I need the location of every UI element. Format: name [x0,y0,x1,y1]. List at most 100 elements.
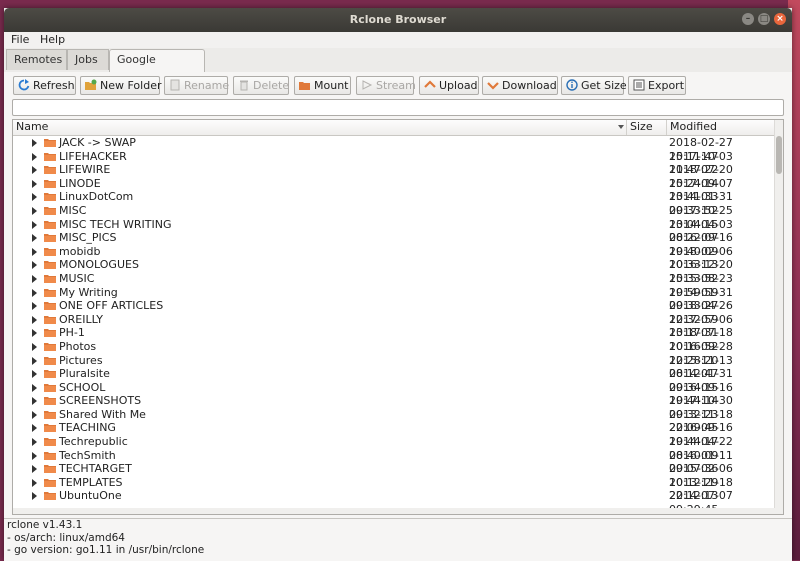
rclone-browser-window: Rclone Browser – □ × File Help Remotes J… [4,8,792,561]
expand-arrow-icon[interactable] [32,329,37,338]
tab-remotes[interactable]: Remotes [6,49,67,70]
expand-arrow-icon[interactable] [32,234,37,243]
close-window-icon[interactable]: × [774,13,786,25]
column-size[interactable]: Size [627,120,667,135]
stream-button[interactable]: Stream [356,76,416,95]
upload-button[interactable]: Upload [419,76,479,95]
rename-button[interactable]: Rename [164,76,229,95]
expand-arrow-icon[interactable] [32,288,37,297]
expand-arrow-icon[interactable] [32,465,37,474]
column-name[interactable]: Name [13,120,627,135]
expand-arrow-icon[interactable] [32,166,37,175]
horizontal-scrollbar[interactable] [13,508,775,514]
expand-arrow-icon[interactable] [32,193,37,202]
file-row[interactable]: TechSmith 2016-01-11 09:07:36 [13,448,775,475]
file-row[interactable]: Techrepublic 2014-04-22 08:40:09 [13,435,775,462]
file-row[interactable]: TEACHING 2016-09-16 19:44:17 [13,421,775,448]
menu-help[interactable]: Help [40,33,65,46]
file-row[interactable]: LIFEWIRE 2018-07-20 15:24:14 [13,163,775,190]
maximize-icon[interactable]: □ [758,13,770,25]
file-row[interactable]: UbuntuOne2014-07-07 09:29:45 [13,489,775,514]
expand-arrow-icon[interactable] [32,220,37,229]
folder-icon [44,193,56,202]
file-row[interactable]: TECHTARGET 2015-02-06 10:12:29 [13,462,775,489]
column-modified[interactable]: Modified [667,120,775,135]
file-row[interactable]: Pluralsite 2014-01-31 09:34:15 [13,367,775,394]
minimize-icon[interactable]: – [742,13,754,25]
mount-button[interactable]: Mount [294,76,351,95]
expand-arrow-icon[interactable] [32,438,37,447]
file-row[interactable]: TEMPLATES 2013-11-18 22:12:13 [13,475,775,502]
export-button[interactable]: Export [628,76,686,95]
expand-arrow-icon[interactable] [32,274,37,283]
title-bar[interactable]: Rclone Browser – □ × [4,8,792,32]
file-row[interactable]: LIFEHACKER 2017-10-03 11:47:22 [13,150,775,176]
expand-arrow-icon[interactable] [32,424,37,433]
file-row[interactable]: Shared With Me 2013-11-18 22:09:45 [13,408,775,434]
file-name: My Writing [59,285,118,299]
path-input[interactable] [12,99,784,116]
refresh-label: Refresh [33,79,75,92]
file-row[interactable]: ONE OFF ARTICLES 2018-04-26 12:32:59 [13,299,775,326]
file-row[interactable]: PH-1 2018-07-18 10:16:52 [13,326,775,353]
folder-icon [44,261,56,270]
expand-arrow-icon[interactable] [32,247,37,256]
file-row[interactable]: Photos 2016-09-28 12:28:20 [13,339,775,367]
expand-arrow-icon[interactable] [32,410,37,419]
file-row[interactable]: JACK -> SWAP 2018-02-27 15:11:47 [13,136,775,163]
file-row[interactable]: MISC_PICS 2016-09-16 19:40:09 [13,231,775,258]
file-name: TECHTARGET [59,462,132,476]
file-name: TEMPLATES [59,475,123,489]
tab-bar: Remotes Jobs Google Drive✖ [4,48,792,87]
download-icon [487,82,499,90]
file-row[interactable]: MUSIC 2015-08-23 19:59:59 [13,272,775,299]
file-name: Photos [59,339,97,353]
expand-arrow-icon[interactable] [32,139,37,147]
expand-arrow-icon[interactable] [32,206,37,215]
column-name-label: Name [16,120,49,133]
get-size-label: Get Size [581,79,627,92]
file-row[interactable]: SCREENSHOTS 2017-10-30 09:32:23 [13,394,775,421]
tab-jobs[interactable]: Jobs [67,49,109,70]
refresh-icon [18,79,30,91]
expand-arrow-icon[interactable] [32,492,37,501]
file-row[interactable]: MISC 2017-10-25 13:04:15 [13,203,775,231]
vertical-scrollbar-thumb[interactable] [776,136,782,174]
expand-arrow-icon[interactable] [32,261,37,270]
file-name: TechSmith [59,448,116,462]
expand-arrow-icon[interactable] [32,397,37,406]
refresh-button[interactable]: Refresh [13,76,76,95]
file-row[interactable]: LINODE 2017-09-07 13:41:33 [13,177,775,203]
expand-arrow-icon[interactable] [32,451,37,460]
file-name: LIFEWIRE [59,163,111,177]
new-folder-button[interactable]: New Folder [80,76,161,95]
file-row[interactable]: OREILLY 2017-07-06 13:17:31 [13,313,775,339]
tab-google-drive[interactable]: Google Drive✖ [109,49,205,87]
file-row[interactable]: LinuxDotCom 2014-01-31 09:33:52 [13,190,775,217]
delete-button[interactable]: Delete [233,76,289,95]
expand-arrow-icon[interactable] [32,315,37,324]
expand-arrow-icon[interactable] [32,356,37,365]
menu-file[interactable]: File [11,33,29,46]
expand-arrow-icon[interactable] [32,342,37,351]
download-button[interactable]: Download [482,76,558,95]
file-row[interactable]: mobidb 2018-02-06 10:33:13 [13,245,775,271]
file-name: SCHOOL [59,380,106,394]
file-row[interactable]: My Writing 2014-01-31 09:33:27 [13,285,775,312]
expand-arrow-icon[interactable] [32,179,37,188]
file-name: MISC [59,203,87,217]
file-name: PH-1 [59,326,85,340]
download-label: Download [502,79,557,92]
file-row[interactable]: SCHOOL 2016-09-16 19:44:14 [13,380,775,407]
log-line: - go version: go1.11 in /usr/bin/rclone [7,544,205,556]
expand-arrow-icon[interactable] [32,302,37,311]
file-row[interactable]: MISC TECH WRITING 2014-04-03 08:22:07 [13,218,775,244]
vertical-scrollbar[interactable] [774,120,783,514]
expand-arrow-icon[interactable] [32,478,37,487]
expand-arrow-icon[interactable] [32,370,37,379]
expand-arrow-icon[interactable] [32,152,37,161]
get-size-button[interactable]: Get Size [561,76,627,95]
file-row[interactable]: MONOLOGUES 2016-12-20 15:33:52 [13,258,775,285]
expand-arrow-icon[interactable] [32,383,37,392]
file-row[interactable]: Pictures 2015-11-13 08:12:47 [13,354,775,380]
